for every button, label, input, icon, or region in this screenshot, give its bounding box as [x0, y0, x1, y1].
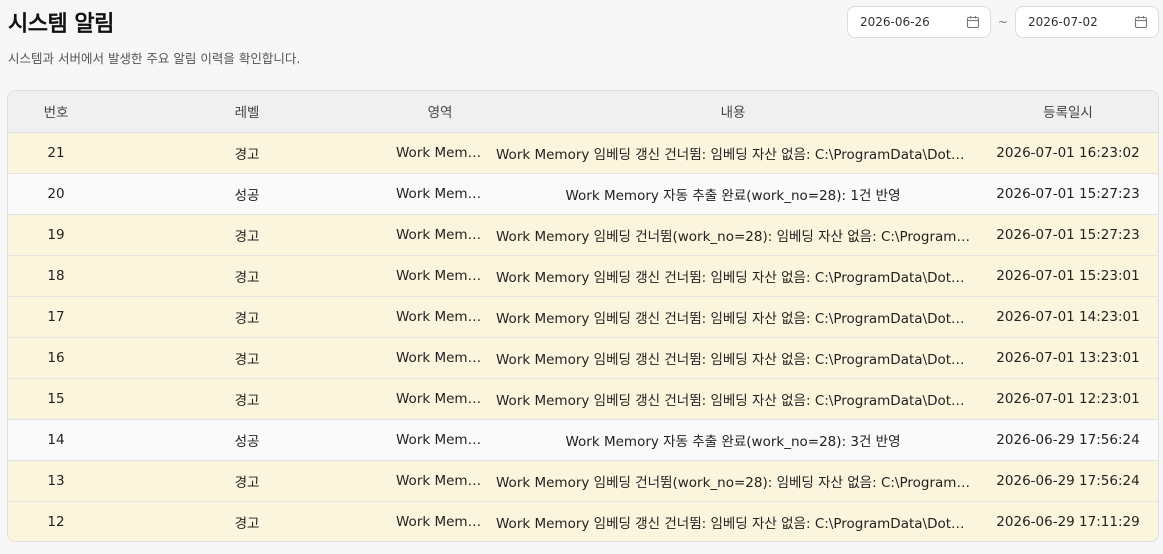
cell-date: 2026-06-29 17:56:24	[976, 419, 1158, 461]
cell-date: 2026-07-01 13:23:01	[976, 337, 1158, 379]
table-row[interactable]: 14 성공 Work Memory Work Memory 자동 추출 완료(work…	[8, 419, 1158, 461]
table-row[interactable]: 19 경고 Work Memory Work Memory 임베딩 건너뜀(work_…	[8, 214, 1158, 256]
date-range-filter: 2026-06-26 ~ 2026-07-02	[847, 6, 1159, 38]
alerts-table: 번호 레벨 영역 내용 등록일시 21 경고 Work Memory Work Mem…	[7, 90, 1159, 542]
cell-date: 2026-06-29 17:56:24	[976, 460, 1158, 502]
table-row[interactable]: 16 경고 Work Memory Work Memory 임베딩 갱신 건너뜀: 임…	[8, 337, 1158, 379]
column-header-no[interactable]: 번호	[8, 91, 104, 133]
cell-date: 2026-07-01 15:23:01	[976, 255, 1158, 297]
column-header-level[interactable]: 레벨	[104, 91, 390, 133]
calendar-icon[interactable]	[1134, 15, 1148, 29]
table-row[interactable]: 21 경고 Work Memory Work Memory 임베딩 갱신 건너뜀: 임…	[8, 132, 1158, 174]
cell-no: 18	[8, 255, 104, 297]
cell-no: 13	[8, 460, 104, 502]
cell-area: Work Memory	[390, 419, 490, 461]
cell-content: Work Memory 자동 추출 완료(work_no=28): 3건 반영	[490, 419, 976, 461]
cell-date: 2026-07-01 15:27:23	[976, 173, 1158, 215]
date-range-separator: ~	[997, 15, 1009, 29]
cell-date: 2026-07-01 14:23:01	[976, 296, 1158, 338]
date-from-input[interactable]: 2026-06-26	[847, 6, 991, 38]
cell-level: 경고	[104, 501, 390, 541]
cell-date: 2026-06-29 17:11:29	[976, 501, 1158, 541]
cell-level: 경고	[104, 460, 390, 502]
cell-date: 2026-07-01 15:27:23	[976, 214, 1158, 256]
table-row[interactable]: 13 경고 Work Memory Work Memory 임베딩 건너뜀(work_…	[8, 460, 1158, 502]
cell-content: Work Memory 임베딩 갱신 건너뜀: 임베딩 자산 없음: C:\Pr…	[490, 255, 976, 297]
table-row[interactable]: 12 경고 Work Memory Work Memory 임베딩 갱신 건너뜀: 임…	[8, 501, 1158, 541]
cell-content: Work Memory 임베딩 갱신 건너뜀: 임베딩 자산 없음: C:\Pr…	[490, 337, 976, 379]
cell-no: 20	[8, 173, 104, 215]
cell-level: 경고	[104, 132, 390, 174]
cell-area: Work Memory	[390, 255, 490, 297]
table-row[interactable]: 15 경고 Work Memory Work Memory 임베딩 갱신 건너뜀: 임…	[8, 378, 1158, 420]
cell-content: Work Memory 임베딩 건너뜀(work_no=28): 임베딩 자산 …	[490, 460, 976, 502]
date-to-value: 2026-07-02	[1028, 15, 1098, 29]
cell-date: 2026-07-01 16:23:02	[976, 132, 1158, 174]
cell-area: Work Memory	[390, 501, 490, 541]
table-row[interactable]: 17 경고 Work Memory Work Memory 임베딩 갱신 건너뜀: 임…	[8, 296, 1158, 338]
column-header-content[interactable]: 내용	[490, 91, 976, 133]
cell-no: 17	[8, 296, 104, 338]
cell-level: 성공	[104, 419, 390, 461]
cell-area: Work Memory	[390, 132, 490, 174]
column-header-date[interactable]: 등록일시	[976, 91, 1158, 133]
cell-no: 15	[8, 378, 104, 420]
cell-content: Work Memory 임베딩 갱신 건너뜀: 임베딩 자산 없음: C:\Pr…	[490, 501, 976, 541]
cell-level: 경고	[104, 296, 390, 338]
date-to-input[interactable]: 2026-07-02	[1015, 6, 1159, 38]
cell-content: Work Memory 임베딩 건너뜀(work_no=28): 임베딩 자산 …	[490, 214, 976, 256]
column-header-area[interactable]: 영역	[390, 91, 490, 133]
cell-area: Work Memory	[390, 214, 490, 256]
cell-no: 16	[8, 337, 104, 379]
cell-content: Work Memory 임베딩 갱신 건너뜀: 임베딩 자산 없음: C:\Pr…	[490, 378, 976, 420]
calendar-icon[interactable]	[966, 15, 980, 29]
table-row[interactable]: 18 경고 Work Memory Work Memory 임베딩 갱신 건너뜀: 임…	[8, 255, 1158, 297]
cell-date: 2026-07-01 12:23:01	[976, 378, 1158, 420]
cell-content: Work Memory 임베딩 갱신 건너뜀: 임베딩 자산 없음: C:\Pr…	[490, 132, 976, 174]
cell-no: 21	[8, 132, 104, 174]
cell-no: 19	[8, 214, 104, 256]
page-title: 시스템 알림	[8, 12, 114, 37]
table-row[interactable]: 20 성공 Work Memory Work Memory 자동 추출 완료(work…	[8, 173, 1158, 215]
cell-no: 12	[8, 501, 104, 541]
date-from-value: 2026-06-26	[860, 15, 930, 29]
cell-level: 경고	[104, 255, 390, 297]
cell-area: Work Memory	[390, 460, 490, 502]
cell-level: 성공	[104, 173, 390, 215]
cell-level: 경고	[104, 214, 390, 256]
cell-level: 경고	[104, 378, 390, 420]
cell-content: Work Memory 자동 추출 완료(work_no=28): 1건 반영	[490, 173, 976, 215]
page-subtitle: 시스템과 서버에서 발생한 주요 알림 이력을 확인합니다.	[8, 51, 301, 66]
table-header-row: 번호 레벨 영역 내용 등록일시	[8, 91, 1158, 133]
cell-area: Work Memory	[390, 296, 490, 338]
cell-level: 경고	[104, 337, 390, 379]
cell-area: Work Memory	[390, 337, 490, 379]
cell-content: Work Memory 임베딩 갱신 건너뜀: 임베딩 자산 없음: C:\Pr…	[490, 296, 976, 338]
cell-area: Work Memory	[390, 378, 490, 420]
cell-no: 14	[8, 419, 104, 461]
cell-area: Work Memory	[390, 173, 490, 215]
